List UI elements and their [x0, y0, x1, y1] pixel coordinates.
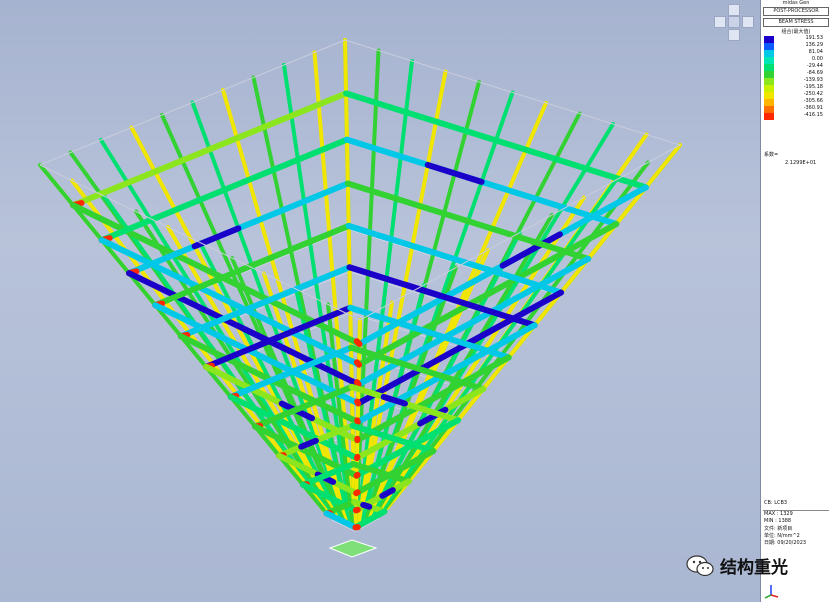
legend-swatch	[764, 43, 774, 50]
joint-highlight	[353, 471, 361, 479]
joint-highlight	[354, 417, 361, 425]
legend-swatch	[764, 57, 774, 64]
load-case-label: CB: LCB3	[764, 500, 788, 506]
result-type-label: BEAM STRESS	[763, 18, 829, 27]
legend-value: 0.00	[811, 56, 823, 62]
legend-value: -84.69	[806, 70, 823, 76]
legend-swatch	[764, 113, 774, 120]
file-label: 文件: 新项目	[764, 526, 793, 532]
ring-beam	[70, 90, 350, 209]
joint-highlight	[353, 338, 363, 347]
legend-swatch	[764, 106, 774, 113]
scale-value: 2.1299E+01	[785, 160, 817, 166]
axis-triad-icon	[764, 585, 779, 599]
joint-highlight	[353, 359, 363, 368]
legend-value: 136.29	[805, 42, 824, 48]
unit-label: 单位: N/mm^2	[764, 533, 800, 539]
legend-swatch	[764, 85, 774, 92]
mode-label: POST-PROCESSOR	[763, 7, 829, 16]
legend-swatch	[764, 50, 774, 57]
legend-value: 81.04	[808, 49, 823, 55]
legend-swatch	[764, 92, 774, 99]
max-label: MAX : 1329	[764, 511, 793, 517]
watermark-text: 结构重光	[720, 558, 788, 578]
legend-swatch	[764, 99, 774, 106]
top-edge	[344, 39, 681, 146]
model-viewport[interactable]	[0, 0, 760, 602]
date-label: 日期: 09/20/2023	[764, 540, 807, 546]
watermark: 结构重光	[686, 553, 788, 578]
legend-row: -416.15	[763, 112, 829, 120]
legend-value: -305.66	[803, 98, 823, 104]
legend-swatch	[764, 78, 774, 85]
legend-swatch	[764, 71, 774, 78]
color-legend: 191.53 136.29 81.04 0.00 -29.44 -84.69 -139.93…	[763, 35, 829, 120]
wechat-icon	[686, 554, 714, 576]
legend-value: -29.44	[806, 63, 823, 69]
legend-value: -139.93	[803, 77, 823, 83]
base-plate	[328, 539, 378, 558]
top-edge	[39, 39, 346, 166]
joint-highlight	[354, 398, 362, 407]
ring-beam-highlight	[360, 501, 373, 510]
legend-value: 191.53	[805, 35, 824, 41]
joint-highlight	[353, 379, 362, 388]
min-label: MIN : 1388	[764, 518, 792, 524]
legend-value: -416.15	[803, 112, 823, 118]
scale-label: 系数=	[764, 152, 779, 158]
structure-model-view[interactable]	[0, 0, 760, 602]
legend-value: -250.42	[803, 91, 823, 97]
legend-value: -360.91	[803, 105, 823, 111]
legend-swatch	[764, 64, 774, 71]
joint-highlight	[353, 489, 361, 497]
legend-swatch	[764, 36, 774, 43]
result-legend-panel: midas Gen POST-PROCESSOR BEAM STRESS 组合(…	[760, 0, 831, 602]
ring-beam	[98, 136, 350, 244]
joint-highlight	[352, 506, 361, 514]
legend-value: -195.18	[803, 84, 823, 90]
view-navigation-cube-icon[interactable]	[712, 4, 756, 44]
app-name: midas Gen	[782, 0, 810, 6]
